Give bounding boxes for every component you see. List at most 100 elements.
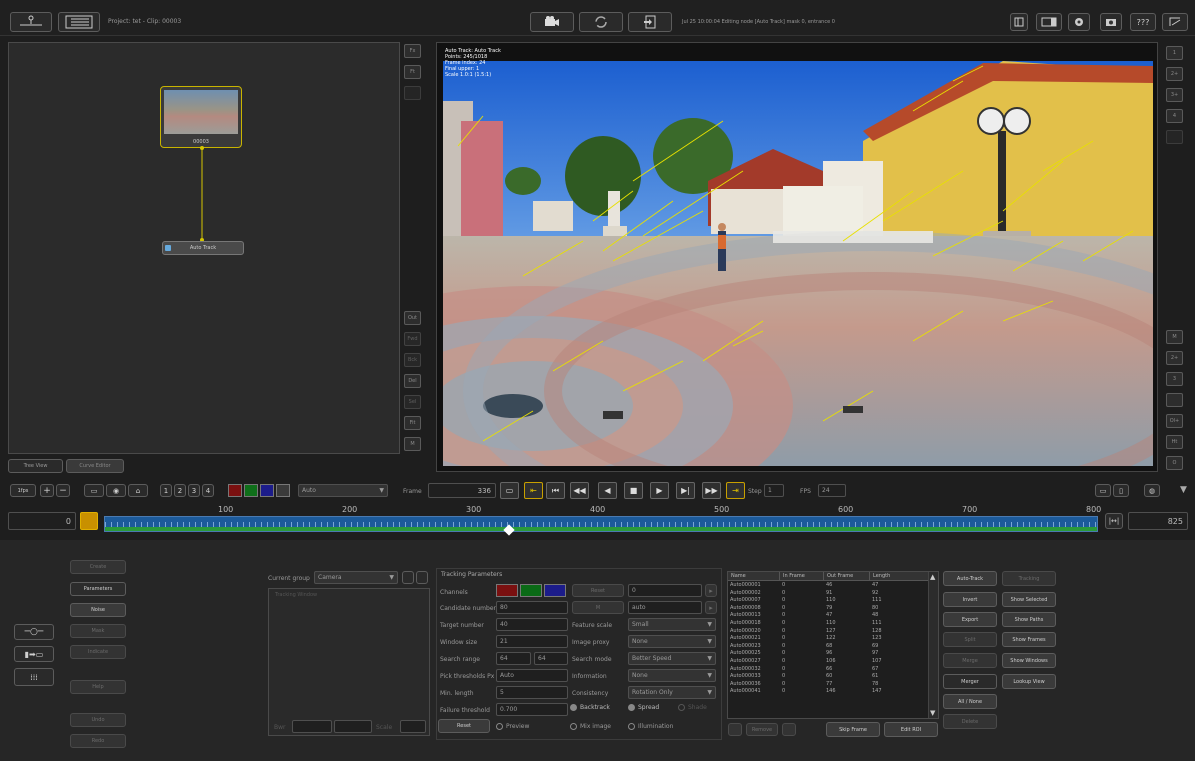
left-side-ft-button[interactable]: Ft xyxy=(404,65,421,79)
reset-button[interactable]: Reset xyxy=(438,719,490,733)
left-side-fwd-button[interactable]: Fwd xyxy=(404,332,421,346)
show-selected-button[interactable]: Show Selected xyxy=(1002,592,1056,607)
channel-green-toggle[interactable] xyxy=(520,584,542,597)
group-add-button[interactable] xyxy=(402,571,414,584)
table-row[interactable]: Auto000007 0 110 111 xyxy=(728,597,928,605)
table-next-button[interactable] xyxy=(782,723,796,736)
spread-checkbox[interactable]: Spread xyxy=(628,704,659,711)
zoom-out-button[interactable]: − xyxy=(56,484,70,497)
menu-noise[interactable]: Noise xyxy=(70,603,126,617)
right-side-dot-button[interactable] xyxy=(1166,393,1183,407)
last-frame-button[interactable]: ▶▶ xyxy=(702,482,721,499)
table-row[interactable]: Auto000041 0 146 147 xyxy=(728,688,928,696)
viewer-panel[interactable]: Auto Track: Auto Track Points: 245/1018 … xyxy=(436,42,1158,472)
table-remove-button[interactable]: Remove xyxy=(746,723,778,736)
menu-mask[interactable]: Mask xyxy=(70,624,126,638)
channel-blue-toggle[interactable] xyxy=(544,584,566,597)
table-prev-button[interactable] xyxy=(728,723,742,736)
scroll-down-icon[interactable]: ▼ xyxy=(930,709,935,717)
right-side-2b-button[interactable]: 2+ xyxy=(1166,351,1183,365)
shade-checkbox[interactable]: Shade xyxy=(678,704,707,711)
channel-4-button[interactable]: 4 xyxy=(202,484,214,497)
stepper-button[interactable]: ▸ xyxy=(705,584,717,597)
menu-help[interactable]: Help xyxy=(70,680,126,694)
camera-button[interactable] xyxy=(530,12,574,32)
table-row[interactable]: Auto000025 0 96 97 xyxy=(728,650,928,658)
right-side-1-button[interactable]: 1 xyxy=(1166,46,1183,60)
search-mode-select[interactable]: Better Speed ▼ xyxy=(628,652,716,665)
channel-red-toggle[interactable] xyxy=(496,584,518,597)
next-frame-button[interactable]: ▶ xyxy=(650,482,669,499)
left-side-out-button[interactable]: Out xyxy=(404,311,421,325)
split-button[interactable]: ▯ xyxy=(1113,484,1129,497)
right-side-3-button[interactable]: 3+ xyxy=(1166,88,1183,102)
right-side-2-button[interactable]: 2+ xyxy=(1166,67,1183,81)
table-row[interactable]: Auto000032 0 66 67 xyxy=(728,666,928,674)
invert-button[interactable]: Invert xyxy=(943,592,997,607)
merger-button[interactable]: Merger xyxy=(943,674,997,689)
timeline-end-input[interactable]: 825 xyxy=(1128,512,1188,530)
right-side-ol-button[interactable]: Ol+ xyxy=(1166,414,1183,428)
prev-key-button[interactable]: ◀◀ xyxy=(570,482,589,499)
group-select[interactable]: Camera ▼ xyxy=(314,571,398,584)
settings-button[interactable] xyxy=(1068,13,1090,31)
skip-frame-button[interactable]: Skip Frame xyxy=(826,722,880,737)
left-side-blank-button[interactable] xyxy=(404,86,421,100)
table-row[interactable]: Auto000002 0 91 92 xyxy=(728,590,928,598)
target-number-input[interactable]: 40 xyxy=(496,618,568,631)
red-channel-swatch[interactable] xyxy=(228,484,242,497)
step-input[interactable]: 1 xyxy=(764,484,784,497)
lock-button[interactable]: ⌂ xyxy=(128,484,148,497)
tab-tree-view[interactable]: Tree View xyxy=(8,459,63,473)
fit-button[interactable]: ▭ xyxy=(84,484,104,497)
menu-parameters[interactable]: Parameters xyxy=(70,582,126,596)
illumination-checkbox[interactable]: Illumination xyxy=(628,723,673,730)
panels-button[interactable] xyxy=(1036,13,1062,31)
fps-mode-button[interactable]: 1fps xyxy=(10,484,36,497)
table-row[interactable]: Auto000021 0 122 123 xyxy=(728,635,928,643)
reset-small-button[interactable]: Reset xyxy=(572,584,624,597)
left-side-fit-button[interactable]: Fit xyxy=(404,416,421,430)
lookup-view-button[interactable]: Lookup View xyxy=(1002,674,1056,689)
right-side-4-button[interactable]: 4 xyxy=(1166,109,1183,123)
color-button[interactable]: ◍ xyxy=(1144,484,1160,497)
right-side-blank-button[interactable] xyxy=(1166,130,1183,144)
backtrack-checkbox[interactable]: Backtrack xyxy=(570,704,610,711)
show-windows-button[interactable]: Show Windows xyxy=(1002,653,1056,668)
split-tracks-button[interactable]: Split xyxy=(943,632,997,647)
failure-threshold-input[interactable]: 0.700 xyxy=(496,703,568,716)
left-side-bck-button[interactable]: Bck xyxy=(404,353,421,367)
timeline-start-input[interactable]: 0 xyxy=(8,512,76,530)
menu-indicate[interactable]: Indicate xyxy=(70,645,126,659)
pick-thresholds-input[interactable]: Auto xyxy=(496,669,568,682)
tab-curve-editor[interactable]: Curve Editor xyxy=(66,459,124,473)
export-button[interactable] xyxy=(628,12,672,32)
tracking-window-panel[interactable]: Tracking Window xyxy=(268,588,430,736)
table-row[interactable]: Auto000018 0 110 111 xyxy=(728,620,928,628)
next-key-button[interactable]: ▶| xyxy=(676,482,695,499)
bwr-input[interactable] xyxy=(292,720,332,733)
prev-frame-button[interactable]: ◀ xyxy=(598,482,617,499)
show-paths-button[interactable]: Show Paths xyxy=(1002,612,1056,627)
show-frames-button[interactable]: Show Frames xyxy=(1002,632,1056,647)
stop-button[interactable]: ■ xyxy=(624,482,643,499)
search-range-input[interactable]: 64 xyxy=(496,652,531,665)
right-side-ht-button[interactable]: Ht xyxy=(1166,435,1183,449)
consistency-select[interactable]: Rotation Only ▼ xyxy=(628,686,716,699)
first-frame-button[interactable]: ⏮ xyxy=(546,482,565,499)
scale-input[interactable] xyxy=(400,720,426,733)
channel-select[interactable]: Auto ▼ xyxy=(298,484,388,497)
list-view-button[interactable] xyxy=(58,12,100,32)
left-side-sel-button[interactable]: Sel xyxy=(404,395,421,409)
channel-1-button[interactable]: 1 xyxy=(160,484,172,497)
table-row[interactable]: Auto000001 0 46 47 xyxy=(728,582,928,590)
zoom-in-button[interactable]: + xyxy=(40,484,54,497)
window-size-input[interactable]: 21 xyxy=(496,635,568,648)
menu-redo[interactable]: Redo xyxy=(70,734,126,748)
sync-button[interactable] xyxy=(579,12,623,32)
green-channel-swatch[interactable] xyxy=(244,484,258,497)
table-row[interactable]: Auto000033 0 60 61 xyxy=(728,673,928,681)
table-scrollbar[interactable]: ▲ ▼ xyxy=(928,572,938,718)
frame-input[interactable]: 336 xyxy=(428,483,496,498)
edit-roi-button[interactable]: Edit ROI xyxy=(884,722,938,737)
